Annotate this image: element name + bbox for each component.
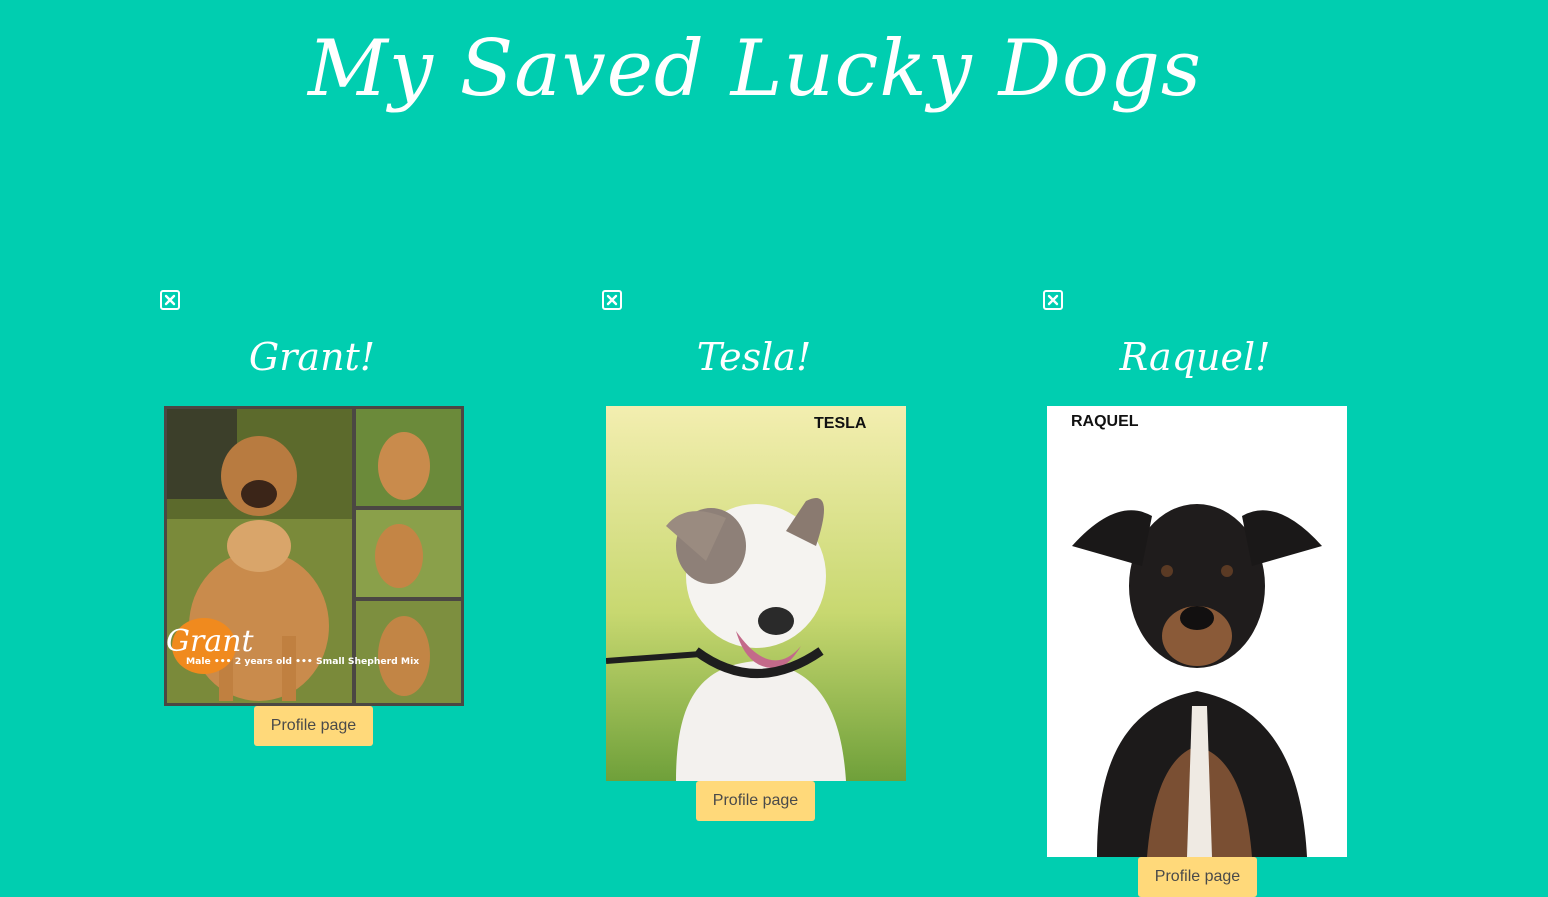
- remove-dog-button[interactable]: [160, 290, 180, 310]
- close-icon: [1047, 294, 1059, 306]
- remove-dog-button[interactable]: [1043, 290, 1063, 310]
- dog-photo: RAQUEL: [1047, 406, 1347, 857]
- dog-name: Grant!: [248, 335, 376, 379]
- dog-photo: Grant Male ••• 2 years old ••• Small She…: [164, 406, 464, 706]
- dog-photo: TESLA: [606, 406, 906, 781]
- profile-page-button[interactable]: Profile page: [254, 706, 373, 746]
- dog-name: Raquel!: [1119, 335, 1271, 379]
- profile-page-button[interactable]: Profile page: [696, 781, 815, 821]
- profile-page-button[interactable]: Profile page: [1138, 857, 1257, 897]
- photo-tag-text: RAQUEL: [1071, 413, 1139, 430]
- photo-logo-text: Grant: [166, 624, 255, 659]
- photo-tag-text: TESLA: [814, 415, 867, 432]
- remove-dog-button[interactable]: [602, 290, 622, 310]
- dog-name: Tesla!: [696, 335, 812, 379]
- close-icon: [606, 294, 618, 306]
- close-icon: [164, 294, 176, 306]
- photo-caption-text: Male ••• 2 years old ••• Small Shepherd …: [186, 656, 419, 667]
- page-title: My Saved Lucky Dogs: [308, 24, 1202, 114]
